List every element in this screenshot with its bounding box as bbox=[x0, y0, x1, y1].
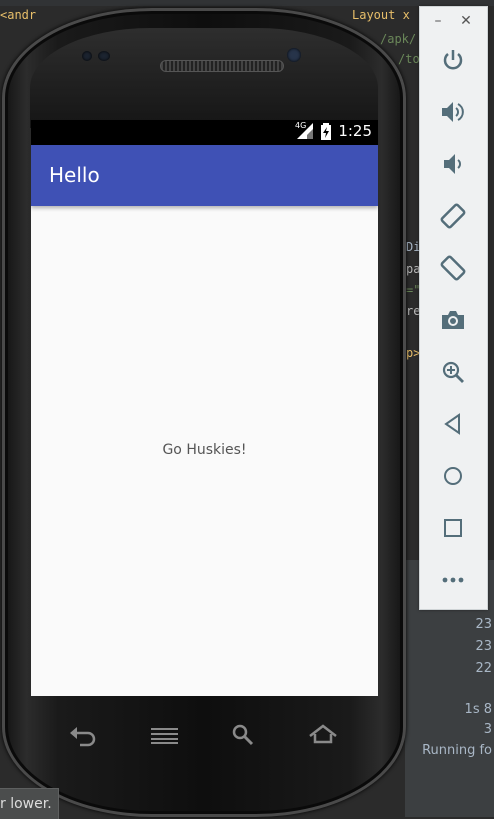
overview-icon bbox=[444, 519, 462, 537]
zoom-icon bbox=[442, 361, 464, 383]
back-icon bbox=[444, 413, 460, 435]
code-line: Layout x bbox=[352, 8, 410, 22]
app-title: Hello bbox=[49, 163, 100, 187]
log-line: 1s 8 bbox=[464, 702, 492, 717]
emulator-toolbar: – ✕ bbox=[419, 6, 488, 610]
signal-icon bbox=[297, 123, 313, 139]
power-button[interactable] bbox=[438, 45, 468, 75]
log-line: Running fo bbox=[422, 743, 492, 758]
zoom-button[interactable] bbox=[438, 357, 468, 387]
screenshot-button[interactable] bbox=[438, 305, 468, 335]
light-sensor bbox=[98, 51, 110, 61]
app-bar: Hello bbox=[31, 145, 378, 206]
back-button[interactable] bbox=[438, 409, 468, 439]
code-line: /apk/ bbox=[380, 32, 417, 46]
minimize-button[interactable]: – bbox=[430, 13, 446, 29]
camera-icon bbox=[442, 311, 464, 329]
clock: 1:25 bbox=[338, 122, 372, 140]
search-icon[interactable] bbox=[230, 722, 260, 748]
home-button[interactable] bbox=[438, 461, 468, 491]
volume-up-icon bbox=[442, 102, 464, 122]
rotate-right-icon bbox=[440, 255, 466, 281]
volume-up-button[interactable] bbox=[438, 97, 468, 127]
front-camera bbox=[287, 48, 301, 62]
more-icon bbox=[442, 577, 464, 583]
ide-status-tip: r lower. bbox=[0, 788, 59, 819]
log-line: 23 bbox=[475, 617, 492, 632]
rotate-left-icon bbox=[440, 203, 466, 229]
overview-button[interactable] bbox=[438, 513, 468, 543]
earpiece-speaker bbox=[160, 60, 284, 72]
status-bar: 4G 1:25 bbox=[31, 120, 378, 145]
volume-down-button[interactable] bbox=[438, 149, 468, 179]
log-line: 22 bbox=[475, 661, 492, 676]
code-line: <andr bbox=[0, 8, 37, 22]
power-icon bbox=[443, 50, 463, 70]
back-icon[interactable] bbox=[68, 722, 98, 748]
menu-icon[interactable] bbox=[150, 722, 180, 748]
rotate-left-button[interactable] bbox=[438, 201, 468, 231]
log-line: 3 bbox=[483, 722, 492, 737]
rotate-right-button[interactable] bbox=[438, 253, 468, 283]
log-line: 23 bbox=[475, 639, 492, 654]
device-screen[interactable]: 4G 1:25 Hello Go Huskies! bbox=[31, 120, 378, 696]
close-button[interactable]: ✕ bbox=[458, 13, 474, 29]
greeting-text: Go Huskies! bbox=[162, 442, 247, 458]
proximity-sensor bbox=[82, 51, 92, 61]
volume-down-icon bbox=[444, 154, 461, 174]
home-icon[interactable] bbox=[308, 722, 338, 748]
more-button[interactable] bbox=[438, 565, 468, 595]
home-icon bbox=[444, 467, 462, 485]
battery-icon bbox=[321, 123, 331, 140]
code-line: /to bbox=[398, 52, 420, 66]
phone-top-bezel bbox=[30, 28, 378, 128]
